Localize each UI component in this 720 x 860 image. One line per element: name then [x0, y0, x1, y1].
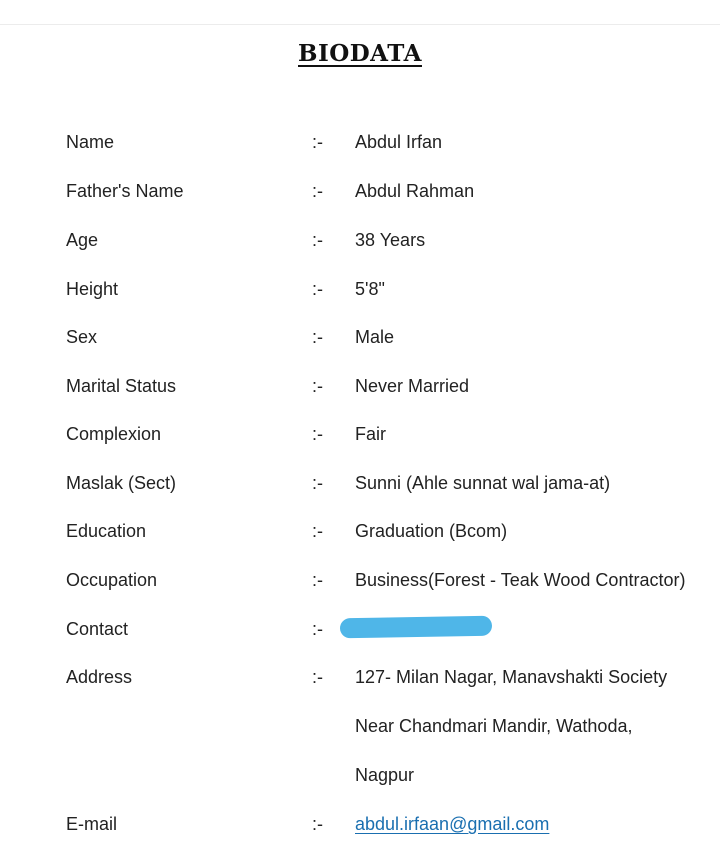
field-separator: :-	[312, 814, 323, 834]
field-value-age: 38 Years	[355, 230, 426, 250]
field-separator: :-	[312, 327, 323, 347]
field-label-height: Height	[66, 279, 119, 299]
field-value-address-line-1: 127- Milan Nagar, Manavshakti Society	[355, 667, 668, 687]
field-row-occupation: Occupation :- Business(Forest - Teak Woo…	[0, 566, 720, 594]
field-separator: :-	[312, 181, 323, 201]
field-value-father-name: Abdul Rahman	[355, 181, 475, 201]
field-value-marital-status: Never Married	[355, 376, 470, 396]
field-value-height: 5'8"	[355, 279, 385, 299]
field-row-complexion: Complexion :- Fair	[0, 420, 720, 448]
field-separator: :-	[312, 473, 323, 493]
field-separator: :-	[312, 279, 323, 299]
field-label-sex: Sex	[66, 327, 98, 347]
field-row-address-line-3: Nagpur	[0, 761, 720, 789]
field-row-email: E-mail :- abdul.irfaan@gmail.com	[0, 810, 720, 838]
field-row-sex: Sex :- Male	[0, 323, 720, 351]
field-separator: :-	[312, 424, 323, 444]
field-label-address: Address	[66, 667, 133, 687]
field-row-education: Education :- Graduation (Bcom)	[0, 517, 720, 545]
field-label-marital-status: Marital Status	[66, 376, 177, 396]
field-separator: :-	[312, 376, 323, 396]
field-value-maslak: Sunni (Ahle sunnat wal jama-at)	[355, 473, 611, 493]
field-label-occupation: Occupation	[66, 570, 158, 590]
field-value-sex: Male	[355, 327, 395, 347]
field-row-height: Height :- 5'8"	[0, 275, 720, 303]
field-label-education: Education	[66, 521, 147, 541]
field-label-complexion: Complexion	[66, 424, 162, 444]
field-value-address-line-3: Nagpur	[355, 765, 415, 785]
field-label-father-name: Father's Name	[66, 181, 184, 201]
field-value-education: Graduation (Bcom)	[355, 521, 508, 541]
field-row-father-name: Father's Name :- Abdul Rahman	[0, 177, 720, 205]
field-row-marital-status: Marital Status :- Never Married	[0, 372, 720, 400]
field-separator: :-	[312, 521, 323, 541]
field-label-contact: Contact	[66, 619, 129, 639]
document-title-text: BIODATA	[298, 40, 422, 67]
field-separator: :-	[312, 619, 323, 639]
document-title: BIODATA	[0, 40, 720, 67]
field-label-name: Name	[66, 132, 115, 152]
field-value-complexion: Fair	[355, 424, 386, 444]
field-row-name: Name :- Abdul Irfan	[0, 128, 720, 156]
field-row-age: Age :- 38 Years	[0, 226, 720, 254]
field-separator: :-	[312, 570, 323, 590]
email-link[interactable]: abdul.irfaan@gmail.com	[355, 810, 549, 838]
field-value-occupation: Business(Forest - Teak Wood Contractor)	[355, 570, 686, 590]
field-separator: :-	[312, 667, 323, 687]
field-value-address-line-2: Near Chandmari Mandir, Wathoda,	[355, 716, 633, 736]
field-separator: :-	[312, 132, 323, 152]
field-label-age: Age	[66, 230, 99, 250]
field-row-address: Address :- 127- Milan Nagar, Manavshakti…	[0, 663, 720, 691]
page-top-divider	[0, 24, 720, 25]
field-value-name: Abdul Irfan	[355, 132, 443, 152]
field-label-email: E-mail	[66, 814, 118, 834]
contact-redaction-scribble	[339, 615, 493, 639]
field-row-maslak: Maslak (Sect) :- Sunni (Ahle sunnat wal …	[0, 469, 720, 497]
field-row-address-line-2: Near Chandmari Mandir, Wathoda,	[0, 712, 720, 740]
field-label-maslak: Maslak (Sect)	[66, 473, 177, 493]
field-separator: :-	[312, 230, 323, 250]
